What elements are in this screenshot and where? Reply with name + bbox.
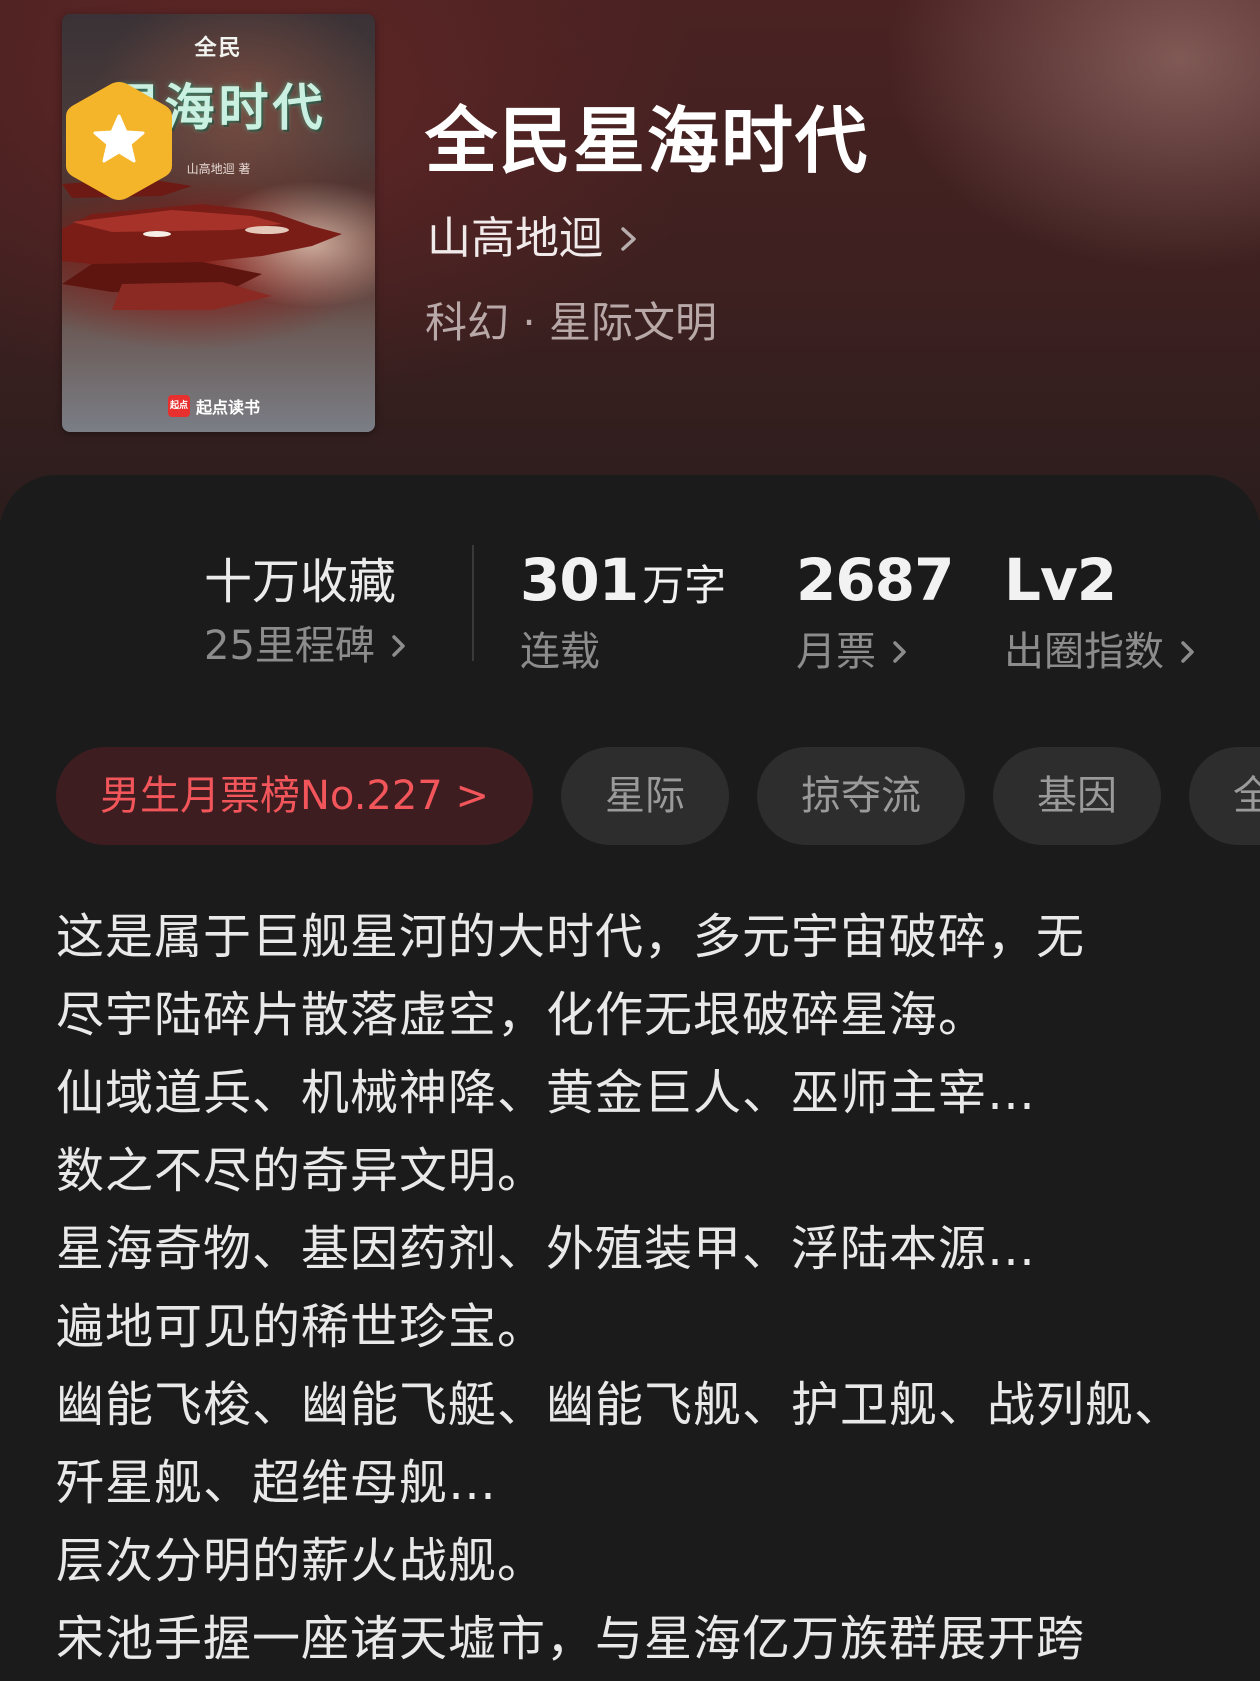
synopsis-line: 这是属于巨舰星河的大时代，多元宇宙破碎，无 xyxy=(56,909,1086,965)
author-link[interactable]: 山高地迴 xyxy=(427,210,641,268)
synopsis-line: 遍地可见的稀世珍宝。 xyxy=(56,1299,547,1355)
word-count-unit: 万字 xyxy=(642,561,727,610)
word-count: 301万字 xyxy=(520,545,726,621)
monthly-rank-tag[interactable]: 男生月票榜No.227 > xyxy=(56,747,533,845)
stats-divider xyxy=(472,545,474,661)
synopsis-line: 幽能飞梭、幽能飞艇、幽能飞舰、护卫舰、战列舰、 xyxy=(56,1377,1184,1433)
synopsis-line: 尽宇陆碎片散落虚空，化作无垠破碎星海。 xyxy=(56,987,988,1043)
monthly-tickets-link[interactable]: 月票 xyxy=(796,626,910,678)
synopsis-line: 仙域道兵、机械神降、黄金巨人、巫师主宰… xyxy=(56,1065,1037,1121)
brand-logo-icon: 起点 xyxy=(168,395,190,417)
influence-index-label: 出圈指数 xyxy=(1004,629,1164,675)
chevron-right-icon xyxy=(621,227,636,251)
influence-index-link[interactable]: 出圈指数 xyxy=(1004,626,1198,678)
chevron-right-icon xyxy=(893,641,906,663)
influence-level-value: Lv2 xyxy=(1004,546,1117,614)
tag-chip[interactable]: 基因 xyxy=(992,747,1161,845)
synopsis-line: 数之不尽的奇异文明。 xyxy=(56,1143,547,1199)
chevron-right-icon xyxy=(1181,641,1194,663)
tag-chip[interactable]: 全 xyxy=(1188,747,1260,845)
author-name: 山高地迴 xyxy=(427,213,603,264)
book-title: 全民星海时代 xyxy=(425,98,870,183)
book-cover[interactable]: 全民 星海时代 山高地迴 著 起点 起点读书 xyxy=(62,14,375,432)
monthly-tickets-label: 月票 xyxy=(796,629,876,675)
tag-row: 男生月票榜No.227 > 星际 掠夺流 基因 全 xyxy=(56,747,1260,845)
tag-chip[interactable]: 星际 xyxy=(560,747,729,845)
synopsis-line: 宋池手握一座诸天墟市，与星海亿万族群展开跨 xyxy=(56,1611,1086,1667)
cover-top-text: 全民 xyxy=(194,35,243,61)
synopsis-line: 星海奇物、基因药剂、外殖装甲、浮陆本源… xyxy=(56,1221,1037,1277)
monthly-tickets-value: 2687 xyxy=(796,546,954,614)
cover-brand: 起点 起点读书 xyxy=(168,394,260,418)
star-badge-icon[interactable] xyxy=(62,78,176,204)
chevron-right-icon xyxy=(392,635,405,657)
cover-brand-text: 起点读书 xyxy=(196,398,261,417)
synopsis-line: 层次分明的薪火战舰。 xyxy=(56,1533,547,1589)
collection-milestone-link[interactable]: 25里程碑 xyxy=(204,620,409,672)
book-synopsis[interactable]: 这是属于巨舰星河的大时代，多元宇宙破碎，无 尽宇陆碎片散落虚空，化作无垠破碎星海… xyxy=(56,898,1216,1678)
synopsis-line: 歼星舰、超维母舰… xyxy=(56,1455,498,1511)
tag-chip[interactable]: 掠夺流 xyxy=(756,747,965,845)
serial-status: 连载 xyxy=(520,629,600,675)
word-count-value: 301 xyxy=(520,546,639,614)
collection-milestone-title: 十万收藏 xyxy=(204,554,397,610)
milestone-label: 25里程碑 xyxy=(204,623,375,669)
book-header: 全民 星海时代 山高地迴 著 起点 起点读书 全民星海时代 山高地迴 科幻 · … xyxy=(0,0,1260,520)
genre-label: 科幻 · 星际文明 xyxy=(425,298,718,347)
